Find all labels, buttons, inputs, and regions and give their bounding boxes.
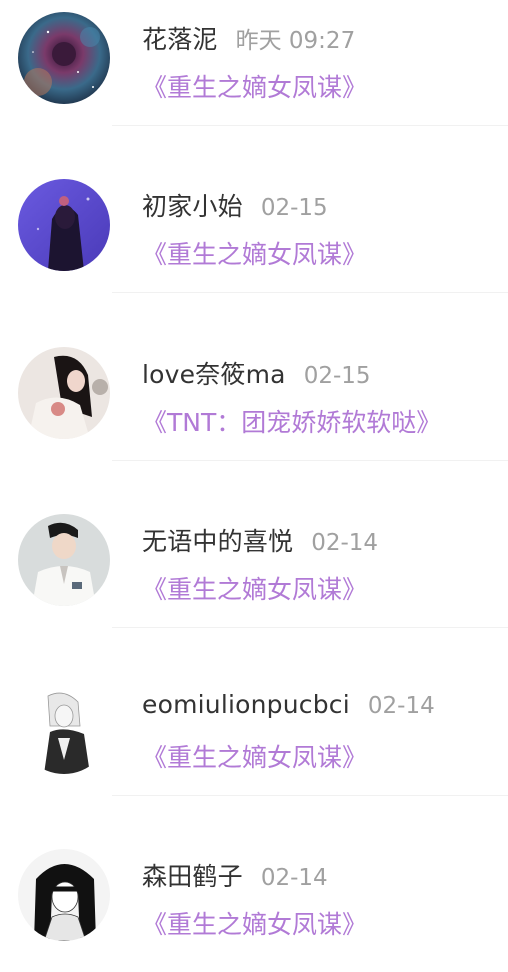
name-row: 初家小始 02-15	[142, 187, 328, 223]
avatar[interactable]	[18, 179, 110, 271]
list-item[interactable]: eomiulionpucbci 02-14 《重生之嫡女凤谋》	[0, 670, 508, 837]
timestamp: 02-15	[303, 363, 371, 389]
user-name[interactable]: 花落泥	[142, 25, 218, 54]
list-item[interactable]: 森田鹤子 02-14 《重生之嫡女凤谋》	[0, 837, 508, 972]
divider	[112, 125, 508, 126]
book-link[interactable]: 《重生之嫡女凤谋》	[142, 68, 367, 104]
girl-hoodie-avatar-icon	[18, 347, 110, 439]
divider	[112, 795, 508, 796]
reader-list: 花落泥 昨天 09:27 《重生之嫡女凤谋》 初家小始 02-15 《重生之嫡女…	[0, 0, 508, 972]
avatar[interactable]	[18, 12, 110, 104]
divider	[112, 460, 508, 461]
avatar[interactable]	[18, 682, 110, 774]
divider	[112, 627, 508, 628]
user-name[interactable]: love奈筱ma	[142, 360, 286, 389]
book-link[interactable]: 《重生之嫡女凤谋》	[142, 738, 367, 774]
name-row: 无语中的喜悦 02-14	[142, 522, 378, 558]
divider	[112, 292, 508, 293]
timestamp: 02-14	[260, 865, 328, 891]
book-link[interactable]: 《重生之嫡女凤谋》	[142, 235, 367, 271]
name-row: love奈筱ma 02-15	[142, 355, 371, 391]
list-item[interactable]: 无语中的喜悦 02-14 《重生之嫡女凤谋》	[0, 502, 508, 669]
book-link[interactable]: 《TNT：团宠娇娇软软哒》	[142, 403, 441, 439]
timestamp: 02-14	[367, 693, 435, 719]
book-link[interactable]: 《重生之嫡女凤谋》	[142, 905, 367, 941]
user-name[interactable]: 森田鹤子	[142, 862, 243, 891]
list-item[interactable]: love奈筱ma 02-15 《TNT：团宠娇娇软软哒》	[0, 335, 508, 502]
avatar[interactable]	[18, 514, 110, 606]
timestamp: 02-14	[311, 530, 379, 556]
name-row: eomiulionpucbci 02-14	[142, 690, 435, 719]
timestamp: 昨天 09:27	[235, 28, 356, 54]
name-row: 花落泥 昨天 09:27	[142, 20, 355, 56]
list-item[interactable]: 花落泥 昨天 09:27 《重生之嫡女凤谋》	[0, 0, 508, 167]
user-name[interactable]: 无语中的喜悦	[142, 527, 293, 556]
avatar[interactable]	[18, 849, 110, 941]
purple-girl-avatar-icon	[18, 179, 110, 271]
user-name[interactable]: 初家小始	[142, 192, 243, 221]
list-item[interactable]: 初家小始 02-15 《重生之嫡女凤谋》	[0, 167, 508, 334]
avatar[interactable]	[18, 347, 110, 439]
doctor-avatar-icon	[18, 514, 110, 606]
book-link[interactable]: 《重生之嫡女凤谋》	[142, 570, 367, 606]
user-name[interactable]: eomiulionpucbci	[142, 690, 350, 719]
manga-girl-avatar-icon	[18, 849, 110, 941]
name-row: 森田鹤子 02-14	[142, 857, 328, 893]
anime-bw-avatar-icon	[18, 682, 110, 774]
timestamp: 02-15	[260, 195, 328, 221]
nebula-avatar-icon	[18, 12, 110, 104]
